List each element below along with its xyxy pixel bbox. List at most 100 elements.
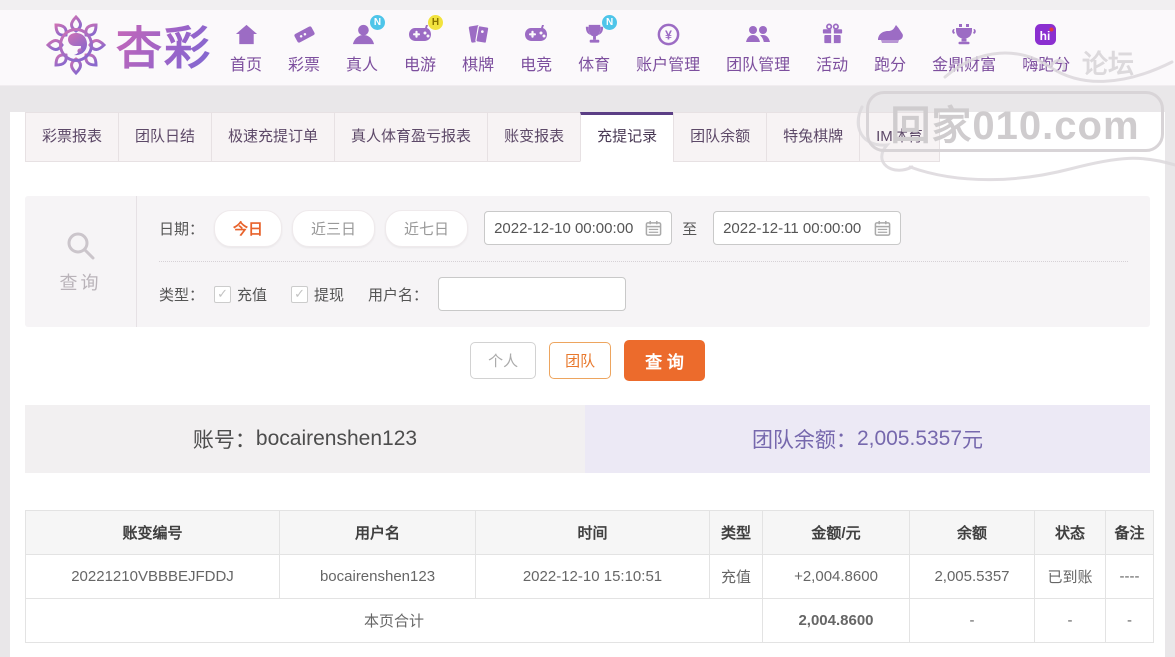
nav-label: 金鼎财富 [932, 57, 997, 74]
query-button[interactable]: 查 询 [624, 339, 705, 381]
home-icon [232, 20, 260, 48]
coin-icon: ¥ [654, 20, 682, 48]
date-to-label: 至 [682, 220, 698, 238]
nav-label: 电竞 [520, 57, 553, 74]
cell-status: 已到账 [1034, 554, 1106, 599]
preset-3days-button[interactable]: 近三日 [292, 209, 376, 247]
account-summary-bar: 账号： bocairenshen123 团队余额： 2,005.5357 元 [25, 405, 1150, 473]
nav-item-paofen[interactable]: 跑分 [874, 20, 906, 75]
hi-app-icon: hi [1032, 20, 1060, 48]
cell-balance: 2,005.5357 [909, 554, 1035, 599]
nav-item-promotions[interactable]: 活动 [816, 20, 848, 75]
tab-team-balance[interactable]: 团队余额 [673, 112, 768, 162]
col-balance: 余额 [909, 510, 1035, 555]
col-change-id: 账变编号 [25, 510, 280, 555]
team-button[interactable]: 团队 [549, 341, 612, 379]
nav-item-lottery[interactable]: 彩票 [288, 20, 320, 75]
nav-item-jinding-wealth[interactable]: 金鼎财富 [932, 20, 996, 75]
nav-item-esports[interactable]: 电竞 [520, 20, 552, 75]
filter-search-label: 查询 [59, 272, 102, 293]
tab-team-daily[interactable]: 团队日结 [118, 112, 213, 162]
nav-label: 真人 [346, 57, 379, 74]
recharge-option-label: 充值 [237, 286, 268, 304]
date-from-input[interactable]: 2022-12-10 00:00:00 [484, 211, 673, 246]
nav-item-account-management[interactable]: ¥ 账户管理 [636, 20, 700, 75]
ding-urn-icon [950, 20, 978, 48]
tab-tetu-boardgames[interactable]: 特兔棋牌 [766, 112, 861, 162]
nav-item-live[interactable]: N 真人 [346, 15, 386, 75]
nav-label: 电游 [404, 57, 437, 74]
nav-item-egames[interactable]: H 电游 [404, 15, 444, 75]
nav-item-boardgames[interactable]: 棋牌 [462, 20, 494, 75]
preset-7days-button[interactable]: 近七日 [385, 209, 469, 247]
filter-fields: 日期： 今日 近三日 近七日 2022-12-10 00:00:00 至 202… [137, 196, 1150, 327]
team-balance-block: 团队余额： 2,005.5357 元 [585, 405, 1150, 473]
calendar-icon [645, 220, 662, 236]
username-input[interactable] [438, 277, 627, 312]
tab-account-change-report[interactable]: 账变报表 [487, 112, 582, 162]
type-label: 类型： [159, 286, 205, 304]
date-label: 日期： [159, 220, 205, 238]
gamepad-icon: H [406, 15, 444, 48]
table-summary-row: 本页合计 2,004.8600 - - - [25, 598, 1154, 643]
tab-express-orders[interactable]: 极速充提订单 [211, 112, 336, 162]
tab-live-sports-pnl[interactable]: 真人体育盈亏报表 [334, 112, 489, 162]
top-strip [0, 0, 1175, 10]
date-to-input[interactable]: 2022-12-11 00:00:00 [713, 211, 902, 246]
summary-remark: - [1105, 598, 1154, 643]
tab-recharge-withdraw-records[interactable]: 充提记录 [580, 112, 675, 162]
nav-label: 团队管理 [726, 57, 791, 74]
nav-item-team-management[interactable]: 团队管理 [726, 20, 790, 75]
badge-n: N [370, 15, 386, 30]
nav-label: 账户管理 [636, 57, 701, 74]
records-table: 账变编号 用户名 时间 类型 金额/元 余额 状态 备注 20221210VBB… [25, 510, 1154, 643]
table-header-row: 账变编号 用户名 时间 类型 金额/元 余额 状态 备注 [25, 510, 1154, 555]
cell-type: 充值 [709, 554, 763, 599]
col-status: 状态 [1034, 510, 1106, 555]
team-balance-label: 团队余额： [751, 429, 857, 452]
header: 杏彩 首页 彩票 N 真人 H 电游 棋牌 电竞 N 体育 ¥ 账户管理 团队管… [0, 10, 1175, 86]
tab-lottery-report[interactable]: 彩票报表 [25, 112, 120, 162]
team-balance-value: 2,005.5357 [856, 427, 963, 450]
date-to-value: 2022-12-11 00:00:00 [723, 219, 862, 237]
summary-balance: - [909, 598, 1035, 643]
content-area: 彩票报表 团队日结 极速充提订单 真人体育盈亏报表 账变报表 充提记录 团队余额… [10, 112, 1165, 657]
nav-item-hi-paofen[interactable]: hi 嗨跑分 [1022, 20, 1070, 75]
cell-time: 2022-12-10 15:10:51 [475, 554, 710, 599]
nav-label: 首页 [230, 57, 263, 74]
cell-remark: ---- [1105, 554, 1154, 599]
gift-icon [818, 20, 846, 48]
tab-im-sports[interactable]: IM体育 [859, 112, 940, 162]
table-row: 20221210VBBBEJFDDJ bocairenshen123 2022-… [25, 554, 1154, 599]
cell-change-id: 20221210VBBBEJFDDJ [25, 554, 280, 599]
filter-date-row: 日期： 今日 近三日 近七日 2022-12-10 00:00:00 至 202… [159, 196, 1128, 262]
action-buttons-row: 个人 团队 查 询 [10, 339, 1165, 381]
account-id-block: 账号： bocairenshen123 [25, 405, 585, 473]
nav-label: 彩票 [288, 57, 321, 74]
badge-n: N [602, 15, 618, 30]
report-tabs: 彩票报表 团队日结 极速充提订单 真人体育盈亏报表 账变报表 充提记录 团队余额… [25, 112, 1165, 162]
col-time: 时间 [475, 510, 710, 555]
checkbox-recharge[interactable] [214, 285, 232, 303]
nav-label: 活动 [816, 57, 849, 74]
date-from-value: 2022-12-10 00:00:00 [494, 219, 634, 237]
team-icon [744, 20, 772, 48]
nav-label: 棋牌 [462, 57, 495, 74]
nav-item-home[interactable]: 首页 [230, 20, 262, 75]
main-nav: 首页 彩票 N 真人 H 电游 棋牌 电竞 N 体育 ¥ 账户管理 团队管理 活… [230, 15, 1070, 75]
svg-text:¥: ¥ [665, 28, 672, 42]
badge-h: H [428, 15, 444, 30]
calendar-icon [874, 220, 891, 236]
preset-today-button[interactable]: 今日 [214, 209, 283, 247]
brand-logo[interactable]: 杏彩 [44, 13, 212, 82]
checkbox-withdraw[interactable] [291, 285, 309, 303]
ticket-icon [290, 20, 318, 48]
account-label: 账号： [192, 429, 256, 452]
summary-amount: 2,004.8600 [762, 598, 910, 643]
nav-item-sports[interactable]: N 体育 [578, 15, 618, 75]
personal-button[interactable]: 个人 [470, 341, 537, 379]
page: 杏彩 首页 彩票 N 真人 H 电游 棋牌 电竞 N 体育 ¥ 账户管理 团队管… [0, 0, 1175, 657]
search-icon [67, 232, 94, 259]
live-dealer-icon: N [348, 15, 386, 48]
nav-label: 体育 [578, 57, 611, 74]
